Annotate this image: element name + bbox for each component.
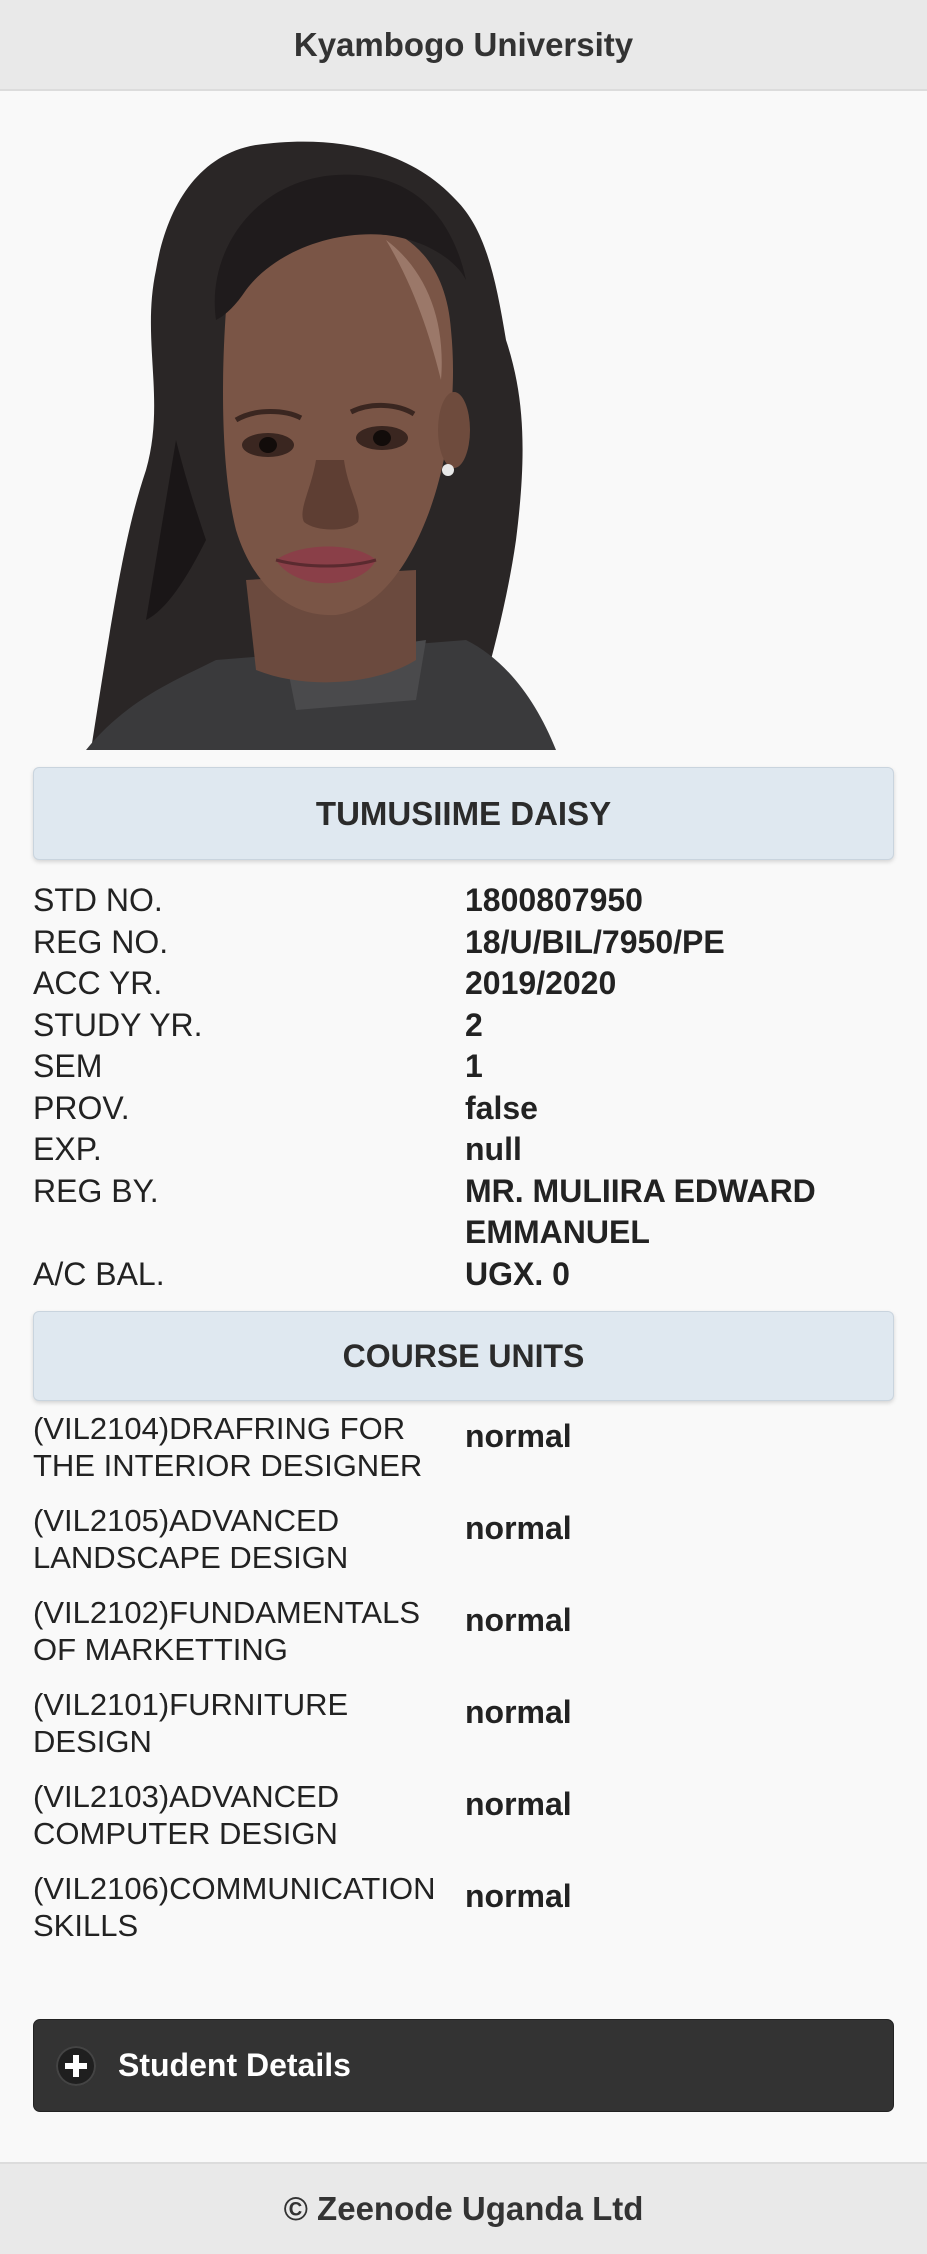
info-row-reg-no: REG NO. 18/U/BIL/7950/PE — [33, 922, 894, 964]
footer-text: © Zeenode Uganda Ltd — [283, 2190, 644, 2227]
info-label: PROV. — [33, 1089, 130, 1126]
plus-icon — [56, 2045, 96, 2086]
info-label: STUDY YR. — [33, 1006, 203, 1043]
info-row-study-yr: STUDY YR. 2 — [33, 1005, 894, 1047]
info-value: 18/U/BIL/7950/PE — [465, 923, 725, 960]
info-row-exp: EXP. null — [33, 1129, 894, 1171]
course-unit-name: (VIL2104)DRAFRING FOR THE INTERIOR DESIG… — [33, 1411, 423, 1483]
student-details-button[interactable]: Student Details — [33, 2019, 894, 2112]
course-unit-status: normal — [465, 1510, 572, 1546]
info-label: STD NO. — [33, 882, 163, 918]
course-unit-status: normal — [465, 1878, 572, 1914]
course-unit-name: (VIL2106)COMMUNICATION SKILLS — [33, 1871, 436, 1943]
info-value: UGX. 0 — [465, 1255, 570, 1292]
student-name: TUMUSIIME DAISY — [315, 794, 612, 832]
info-label: EXP. — [33, 1131, 102, 1167]
info-row-prov: PROV. false — [33, 1088, 894, 1130]
course-unit-name: (VIL2103)ADVANCED COMPUTER DESIGN — [33, 1779, 340, 1851]
course-units-heading: COURSE UNITS — [342, 1337, 585, 1374]
course-unit-name: (VIL2101)FURNITURE DESIGN — [33, 1687, 349, 1759]
course-unit-row: (VIL2105)ADVANCED LANDSCAPE DESIGN norma… — [33, 1502, 894, 1576]
student-photo — [86, 140, 622, 750]
course-unit-status: normal — [465, 1602, 572, 1638]
course-unit-status: normal — [465, 1694, 572, 1730]
info-row-ac-bal: A/C BAL. UGX. 0 — [33, 1254, 894, 1296]
app-title: Kyambogo University — [293, 25, 634, 63]
info-value: MR. MULIIRA EDWARD EMMANUEL — [465, 1172, 816, 1251]
course-unit-name: (VIL2102)FUNDAMENTALS OF MARKETTING — [33, 1595, 421, 1667]
student-info-list: STD NO. 1800807950 REG NO. 18/U/BIL/7950… — [33, 880, 894, 1295]
info-row-acc-yr: ACC YR. 2019/2020 — [33, 963, 894, 1005]
course-unit-name: (VIL2105)ADVANCED LANDSCAPE DESIGN — [33, 1503, 349, 1575]
course-unit-status: normal — [465, 1786, 572, 1822]
course-units-heading-bar: COURSE UNITS — [33, 1311, 894, 1401]
info-value: 1 — [465, 1048, 483, 1084]
info-value: 1800807950 — [465, 882, 643, 918]
course-unit-row: (VIL2106)COMMUNICATION SKILLS normal — [33, 1870, 894, 1944]
info-label: ACC YR. — [33, 965, 163, 1001]
info-row-reg-by: REG BY. MR. MULIIRA EDWARD EMMANUEL — [33, 1171, 894, 1254]
info-row-sem: SEM 1 — [33, 1046, 894, 1088]
info-label: A/C BAL. — [33, 1255, 165, 1292]
info-row-std-no: STD NO. 1800807950 — [33, 880, 894, 922]
app-footer: © Zeenode Uganda Ltd — [0, 2162, 927, 2254]
info-label: REG BY. — [33, 1172, 159, 1209]
student-details-label: Student Details — [118, 2047, 351, 2083]
student-name-bar: TUMUSIIME DAISY — [33, 767, 894, 860]
info-value: 2019/2020 — [465, 965, 617, 1001]
course-unit-row: (VIL2101)FURNITURE DESIGN normal — [33, 1686, 894, 1760]
course-unit-row: (VIL2104)DRAFRING FOR THE INTERIOR DESIG… — [33, 1410, 894, 1484]
course-unit-row: (VIL2102)FUNDAMENTALS OF MARKETTING norm… — [33, 1594, 894, 1668]
info-value: 2 — [465, 1006, 483, 1043]
course-unit-row: (VIL2103)ADVANCED COMPUTER DESIGN normal — [33, 1778, 894, 1852]
info-label: SEM — [33, 1048, 103, 1084]
course-unit-status: normal — [465, 1418, 572, 1454]
course-units-list: (VIL2104)DRAFRING FOR THE INTERIOR DESIG… — [33, 1410, 894, 1962]
info-value: false — [465, 1089, 538, 1126]
app-header: Kyambogo University — [0, 0, 927, 91]
info-label: REG NO. — [33, 923, 169, 960]
info-value: null — [465, 1131, 522, 1167]
